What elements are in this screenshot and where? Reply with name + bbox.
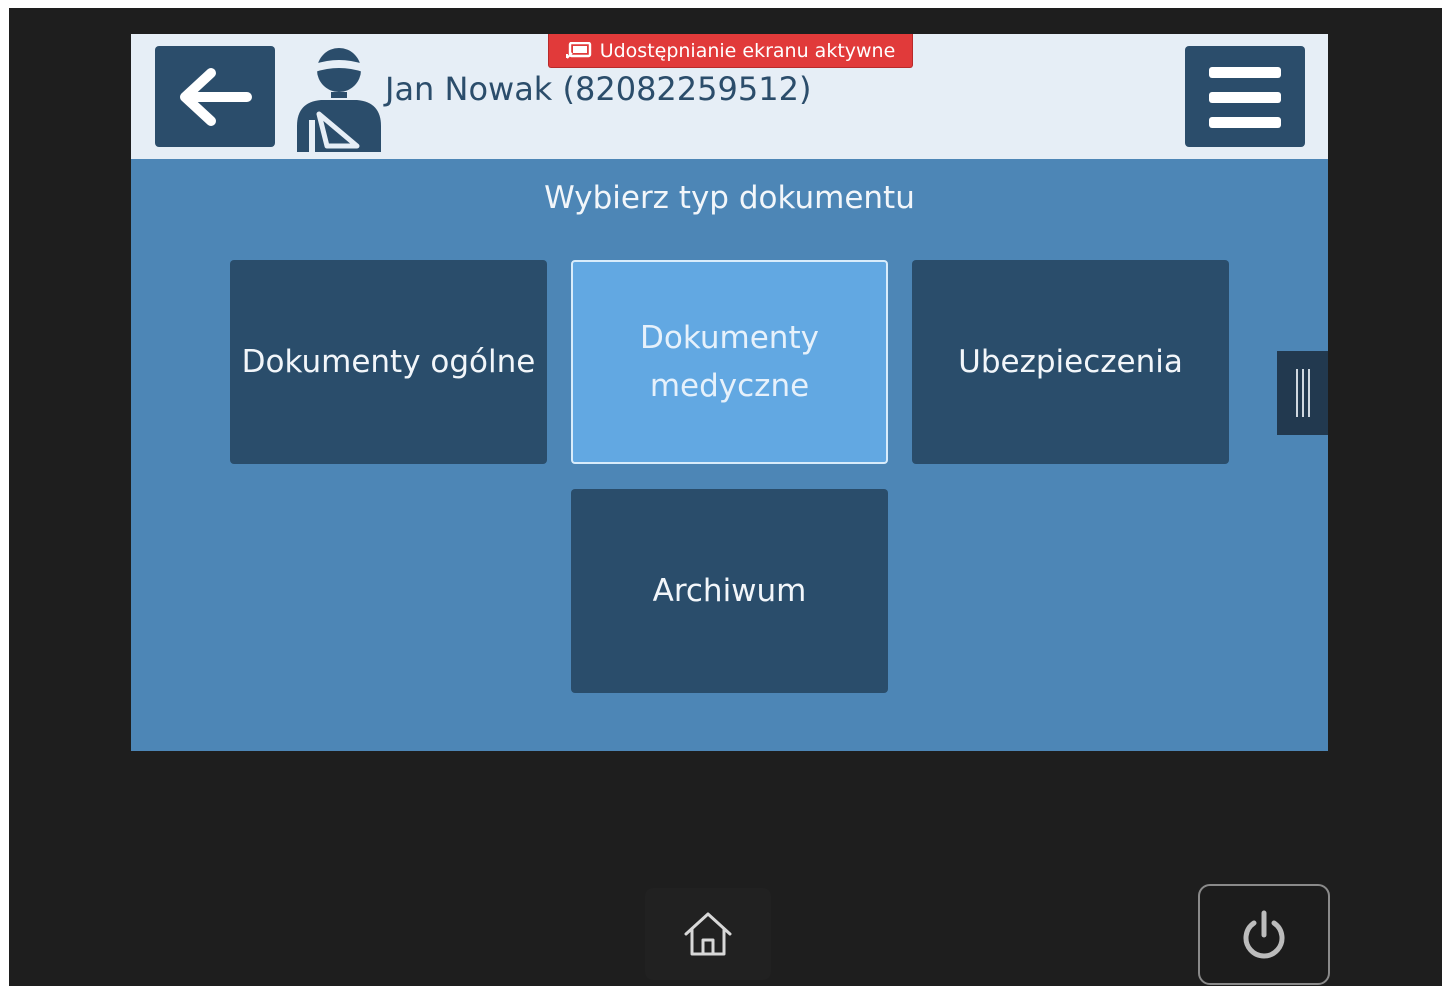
tile-general-documents[interactable]: Dokumenty ogólne <box>230 260 547 464</box>
menu-button[interactable] <box>1185 46 1305 147</box>
injured-patient-icon <box>287 42 383 152</box>
side-panel-handle[interactable] <box>1277 351 1328 435</box>
tile-label: Dokumenty medyczne <box>640 320 819 404</box>
power-icon <box>1243 910 1285 958</box>
tile-label: Dokumenty ogólne <box>241 344 536 380</box>
tile-label: Ubezpieczenia <box>958 344 1183 380</box>
page-title: Wybierz typ dokumentu <box>544 180 915 216</box>
home-icon <box>684 912 732 956</box>
screen-share-icon <box>565 41 591 59</box>
arrow-left-icon <box>180 67 252 126</box>
back-button[interactable] <box>155 46 275 147</box>
tile-insurance[interactable]: Ubezpieczenia <box>912 260 1229 464</box>
tile-archive[interactable]: Archiwum <box>571 489 888 693</box>
tile-label: Archiwum <box>652 573 807 609</box>
tile-medical-documents[interactable]: Dokumenty medyczne <box>571 260 888 464</box>
screen-share-label: Udostępnianie ekranu aktywne <box>599 39 896 62</box>
patient-name: Jan Nowak (82082259512) <box>385 70 812 108</box>
screen-share-banner: Udostępnianie ekranu aktywne <box>548 34 913 68</box>
home-button[interactable] <box>645 888 771 980</box>
app-header: Jan Nowak (82082259512) Udostępnianie ek… <box>131 34 1328 159</box>
power-button[interactable] <box>1198 884 1330 985</box>
hamburger-icon <box>1209 66 1281 128</box>
app-screen: Jan Nowak (82082259512) Udostępnianie ek… <box>131 34 1328 751</box>
device-frame: Jan Nowak (82082259512) Udostępnianie ek… <box>9 8 1442 986</box>
drag-handle-icon <box>1295 369 1310 417</box>
